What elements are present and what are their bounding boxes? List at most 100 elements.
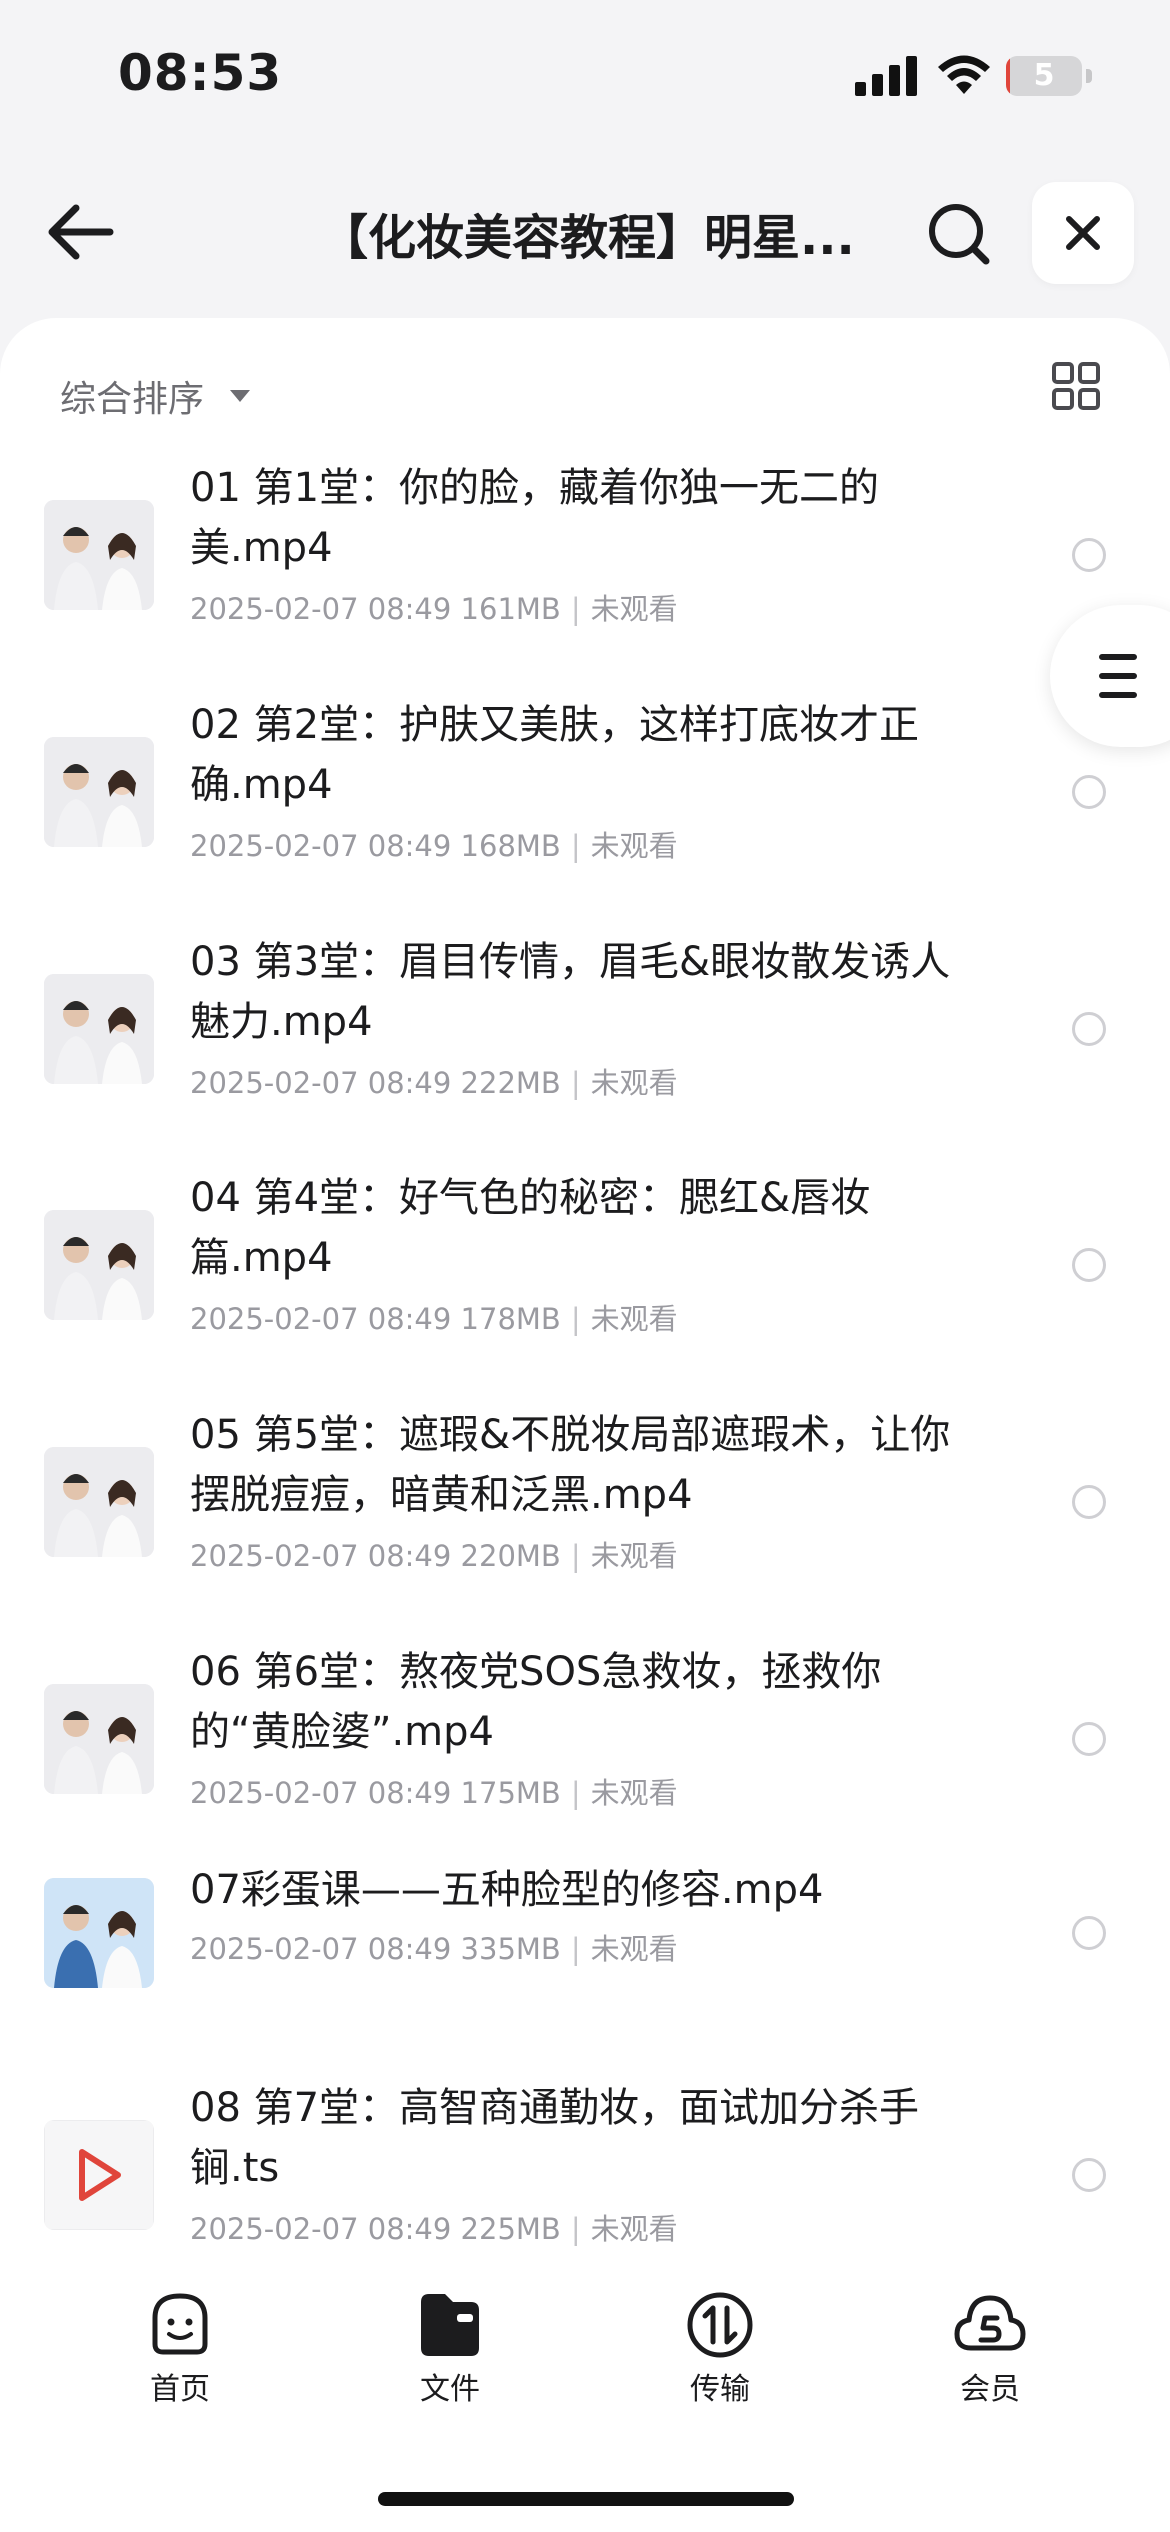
sort-label: 综合排序	[60, 379, 205, 420]
floating-menu-button[interactable]	[1050, 605, 1170, 747]
watch-status: 未观看	[590, 592, 678, 626]
meta-divider: |	[570, 1302, 581, 1336]
page-title: 【化妆美容教程】明星...	[320, 210, 855, 266]
file-row[interactable]: 03 第3堂：眉目传情，眉毛&眼妆散发诱人魅力.mp4 2025-02-07 08…	[0, 932, 1170, 1112]
file-play-icon	[44, 2120, 154, 2230]
tab-vip[interactable]: 会员	[910, 2290, 1070, 2410]
video-thumbnail	[44, 1210, 154, 1320]
select-radio[interactable]	[1072, 538, 1106, 572]
transfer-icon	[687, 2292, 753, 2358]
wifi-icon	[938, 55, 990, 94]
status-time: 08:53	[118, 44, 283, 102]
watch-status: 未观看	[590, 2212, 678, 2246]
watch-status: 未观看	[590, 1539, 678, 1573]
nav-bar: 【化妆美容教程】明星...	[0, 170, 1170, 290]
file-name: 04 第4堂：好气色的秘密：腮红&唇妆篇.mp4	[190, 1175, 871, 1281]
file-meta: 2025-02-07 08:49 225MB | 未观看	[190, 2206, 678, 2248]
file-name: 07彩蛋课——五种脸型的修容.mp4	[190, 1867, 824, 1913]
battery-level: 5	[1033, 58, 1055, 93]
file-size: 175MB	[460, 1776, 561, 1810]
watch-status: 未观看	[590, 1302, 678, 1336]
watch-status: 未观看	[590, 1776, 678, 1810]
file-size: 178MB	[460, 1302, 561, 1336]
select-radio[interactable]	[1072, 2158, 1106, 2192]
file-date: 2025-02-07 08:49	[190, 829, 452, 863]
close-button[interactable]	[1032, 182, 1134, 284]
video-thumbnail	[44, 737, 154, 847]
file-meta: 2025-02-07 08:49 178MB | 未观看	[190, 1296, 678, 1338]
file-size: 222MB	[460, 1066, 561, 1100]
watch-status: 未观看	[590, 829, 678, 863]
file-name: 05 第5堂：遮瑕&不脱妆局部遮瑕术，让你摆脱痘痘，暗黄和泛黑.mp4	[190, 1412, 951, 1518]
meta-divider: |	[570, 2212, 581, 2246]
meta-divider: |	[570, 592, 581, 626]
file-row[interactable]: 02 第2堂：护肤又美肤，这样打底妆才正确.mp4 2025-02-07 08:4…	[0, 695, 1170, 875]
file-row[interactable]: 04 第4堂：好气色的秘密：腮红&唇妆篇.mp4 2025-02-07 08:49…	[0, 1168, 1170, 1348]
tab-transfer-label: 传输	[690, 2372, 750, 2407]
menu-lines-icon	[1099, 654, 1137, 698]
select-radio[interactable]	[1072, 775, 1106, 809]
cloud-s-icon	[954, 2295, 1026, 2351]
meta-divider: |	[570, 1066, 581, 1100]
meta-divider: |	[570, 1932, 581, 1966]
file-meta: 2025-02-07 08:49 335MB | 未观看	[190, 1926, 678, 1968]
file-date: 2025-02-07 08:49	[190, 1932, 452, 1966]
caret-down-icon	[230, 390, 251, 402]
search-icon[interactable]	[920, 195, 1000, 275]
video-thumbnail	[44, 1684, 154, 1794]
meta-divider: |	[570, 829, 581, 863]
meta-divider: |	[570, 1539, 581, 1573]
tab-files[interactable]: 文件	[370, 2290, 530, 2410]
smiley-icon	[152, 2293, 208, 2355]
file-row[interactable]: 06 第6堂：熬夜党SOS急救妆，拯救你的“黄脸婆”.mp4 2025-02-07…	[0, 1642, 1170, 1822]
select-radio[interactable]	[1072, 1916, 1106, 1950]
file-row[interactable]: 07彩蛋课——五种脸型的修容.mp4 2025-02-07 08:49 335MB…	[0, 1860, 1170, 1988]
home-indicator	[378, 2492, 794, 2506]
file-row[interactable]: 01 第1堂：你的脸，藏着你独一无二的美.mp4 2025-02-07 08:49…	[0, 458, 1170, 638]
grid-view-icon[interactable]	[1052, 362, 1100, 410]
video-thumbnail	[44, 974, 154, 1084]
file-size: 335MB	[460, 1932, 561, 1966]
file-meta: 2025-02-07 08:49 222MB | 未观看	[190, 1060, 678, 1102]
select-radio[interactable]	[1072, 1012, 1106, 1046]
cellular-signal-icon	[855, 56, 917, 96]
file-size: 161MB	[460, 592, 561, 626]
tab-home[interactable]: 首页	[100, 2290, 260, 2410]
tab-transfer[interactable]: 传输	[640, 2290, 800, 2410]
video-thumbnail	[44, 1447, 154, 1557]
folder-icon	[421, 2294, 479, 2356]
file-size: 220MB	[460, 1539, 561, 1573]
battery-icon: 5	[1006, 56, 1092, 96]
select-radio[interactable]	[1072, 1485, 1106, 1519]
file-meta: 2025-02-07 08:49 168MB | 未观看	[190, 823, 678, 865]
status-bar: 08:53 5	[0, 0, 1170, 150]
file-name: 03 第3堂：眉目传情，眉毛&眼妆散发诱人魅力.mp4	[190, 939, 951, 1045]
file-size: 225MB	[460, 2212, 561, 2246]
tab-home-label: 首页	[150, 2372, 210, 2407]
watch-status: 未观看	[590, 1066, 678, 1100]
close-icon	[1066, 216, 1100, 250]
file-row[interactable]: 05 第5堂：遮瑕&不脱妆局部遮瑕术，让你摆脱痘痘，暗黄和泛黑.mp4 2025-…	[0, 1405, 1170, 1585]
select-radio[interactable]	[1072, 1722, 1106, 1756]
file-list-sheet: 综合排序 01 第1堂：你的脸，藏着你独一无二的美.mp4 2025-02-07 …	[0, 318, 1170, 2532]
file-date: 2025-02-07 08:49	[190, 592, 452, 626]
video-thumbnail	[44, 1878, 154, 1988]
file-date: 2025-02-07 08:49	[190, 1066, 452, 1100]
file-row[interactable]: 08 第7堂：高智商通勤妆，面试加分杀手锏.ts 2025-02-07 08:49…	[0, 2078, 1170, 2258]
file-date: 2025-02-07 08:49	[190, 1776, 452, 1810]
file-meta: 2025-02-07 08:49 175MB | 未观看	[190, 1770, 678, 1812]
meta-divider: |	[570, 1776, 581, 1810]
file-name: 08 第7堂：高智商通勤妆，面试加分杀手锏.ts	[190, 2085, 920, 2191]
select-radio[interactable]	[1072, 1248, 1106, 1282]
file-date: 2025-02-07 08:49	[190, 1539, 452, 1573]
file-name: 02 第2堂：护肤又美肤，这样打底妆才正确.mp4	[190, 702, 920, 808]
video-thumbnail	[44, 500, 154, 610]
file-name: 06 第6堂：熬夜党SOS急救妆，拯救你的“黄脸婆”.mp4	[190, 1649, 882, 1755]
tab-files-label: 文件	[420, 2372, 480, 2407]
back-arrow-icon[interactable]	[40, 196, 124, 268]
tab-vip-label: 会员	[960, 2372, 1020, 2407]
file-size: 168MB	[460, 829, 561, 863]
file-meta: 2025-02-07 08:49 161MB | 未观看	[190, 586, 678, 628]
sort-dropdown[interactable]: 综合排序	[60, 370, 251, 422]
file-meta: 2025-02-07 08:49 220MB | 未观看	[190, 1533, 678, 1575]
